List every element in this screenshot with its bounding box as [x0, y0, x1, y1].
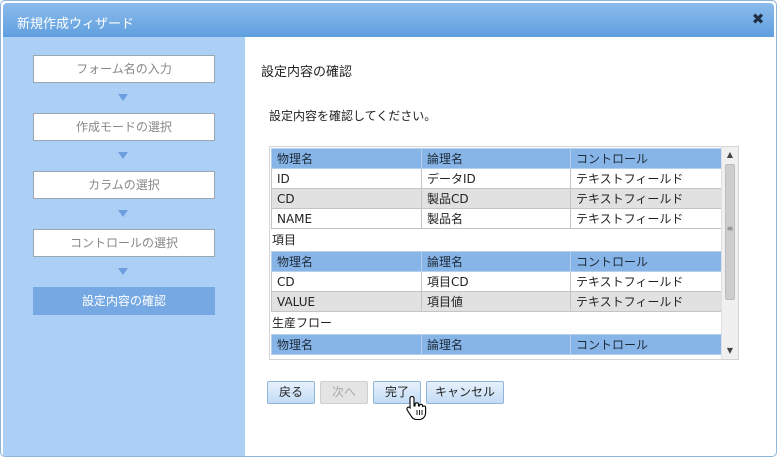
- table-cell: データID: [421, 168, 571, 189]
- table-cell: テキストフィールド: [570, 208, 723, 229]
- column-header: 論理名: [421, 251, 571, 272]
- step-creation-mode: 作成モードの選択: [33, 113, 215, 141]
- table-row: ID データID テキストフィールド: [271, 168, 723, 189]
- table-header-row: 物理名 論理名 コントロール: [271, 334, 723, 355]
- table-cell: テキストフィールド: [570, 291, 723, 312]
- scroll-down-arrow-icon[interactable]: ▼: [722, 343, 738, 359]
- table-row: NAME 製品名 テキストフィールド: [271, 208, 723, 229]
- wizard-steps-sidebar: フォーム名の入力 作成モードの選択 カラムの選択 コントロールの選択 設定内容の…: [3, 37, 245, 456]
- column-header: 論理名: [421, 148, 571, 169]
- arrow-down-icon: [118, 94, 128, 101]
- vertical-scrollbar[interactable]: ▲ ≡ ▼: [721, 147, 738, 359]
- back-button[interactable]: 戻る: [267, 381, 315, 404]
- wizard-dialog: 新規作成ウィザード ✖ フォーム名の入力 作成モードの選択 カラムの選択 コント…: [0, 0, 777, 457]
- arrow-down-icon: [118, 268, 128, 275]
- column-header: 物理名: [271, 148, 422, 169]
- table-cell: VALUE: [271, 291, 422, 312]
- dialog-title: 新規作成ウィザード: [17, 17, 135, 32]
- cancel-button[interactable]: キャンセル: [426, 381, 504, 404]
- column-header: 物理名: [271, 251, 422, 272]
- group-label: 項目: [271, 229, 722, 251]
- step-confirm-settings: 設定内容の確認: [33, 287, 215, 315]
- table-cell: 製品名: [421, 208, 571, 229]
- table-header-row: 物理名 論理名 コントロール: [271, 251, 723, 272]
- column-header: 物理名: [271, 334, 422, 355]
- table-cell: CD: [271, 188, 422, 209]
- table-header-row: 物理名 論理名 コントロール: [271, 148, 723, 169]
- group-label: 生産フロー: [271, 312, 722, 334]
- close-icon[interactable]: ✖: [750, 11, 766, 27]
- settings-table: 物理名 論理名 コントロール CD 項目CD テキストフィールド VALUE 項…: [271, 251, 723, 312]
- column-header: コントロール: [570, 334, 723, 355]
- step-form-name: フォーム名の入力: [33, 55, 215, 83]
- table-row: VALUE 項目値 テキストフィールド: [271, 291, 723, 312]
- table-cell: テキストフィールド: [570, 168, 723, 189]
- instruction-text: 設定内容を確認してください。: [269, 109, 437, 123]
- settings-scroll-panel[interactable]: 物理名 論理名 コントロール ID データID テキストフィールド CD 製品C…: [269, 146, 739, 360]
- table-cell: テキストフィールド: [570, 271, 723, 292]
- settings-content: 物理名 論理名 コントロール ID データID テキストフィールド CD 製品C…: [271, 148, 723, 355]
- table-row: CD 製品CD テキストフィールド: [271, 188, 723, 209]
- table-cell: 項目値: [421, 291, 571, 312]
- settings-table: 物理名 論理名 コントロール ID データID テキストフィールド CD 製品C…: [271, 148, 723, 229]
- step-controls: コントロールの選択: [33, 229, 215, 257]
- arrow-down-icon: [118, 210, 128, 217]
- scrollbar-grip-icon: ≡: [726, 224, 734, 233]
- settings-table: 物理名 論理名 コントロール: [271, 334, 723, 355]
- table-cell: ID: [271, 168, 422, 189]
- table-cell: 項目CD: [421, 271, 571, 292]
- scroll-up-arrow-icon[interactable]: ▲: [722, 147, 738, 163]
- table-cell: テキストフィールド: [570, 188, 723, 209]
- column-header: コントロール: [570, 251, 723, 272]
- table-cell: NAME: [271, 208, 422, 229]
- table-row: CD 項目CD テキストフィールド: [271, 271, 723, 292]
- next-button[interactable]: 次へ: [320, 381, 368, 404]
- table-cell: 製品CD: [421, 188, 571, 209]
- page-title: 設定内容の確認: [261, 65, 353, 80]
- column-header: 論理名: [421, 334, 571, 355]
- dialog-titlebar[interactable]: 新規作成ウィザード ✖: [3, 3, 774, 37]
- hand-pointer-icon: [406, 395, 427, 421]
- step-columns: カラムの選択: [33, 171, 215, 199]
- arrow-down-icon: [118, 152, 128, 159]
- table-cell: CD: [271, 271, 422, 292]
- column-header: コントロール: [570, 148, 723, 169]
